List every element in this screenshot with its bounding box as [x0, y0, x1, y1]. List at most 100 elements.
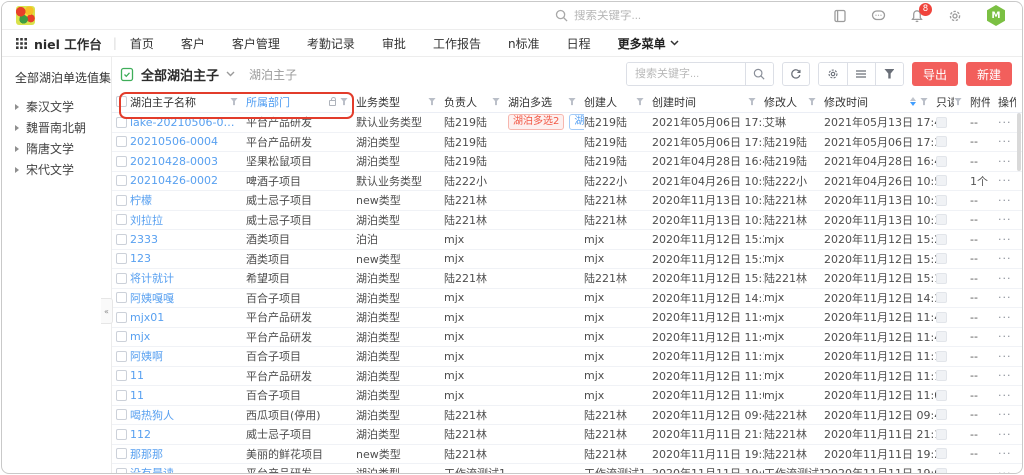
record-name-link[interactable]: 20210506-0004 [130, 135, 218, 148]
filter-funnel-icon[interactable] [568, 98, 576, 106]
nav-item[interactable]: 审批 [382, 35, 406, 52]
record-name-link[interactable]: mjx01 [130, 311, 164, 324]
record-name-link[interactable]: 112 [130, 428, 151, 441]
row-select-checkbox[interactable] [116, 117, 127, 128]
col-header-owner[interactable]: 负责人 [444, 91, 508, 112]
global-search-input[interactable] [574, 10, 684, 22]
filter-funnel-icon[interactable] [954, 98, 962, 106]
row-actions-button[interactable]: ··· [998, 174, 1012, 187]
export-button[interactable]: 导出 [912, 62, 958, 86]
col-header-type[interactable]: 业务类型 [356, 91, 444, 112]
row-actions-button[interactable]: ··· [998, 350, 1012, 363]
app-logo[interactable] [16, 6, 35, 25]
filter-funnel-icon[interactable] [636, 98, 644, 106]
row-select-checkbox[interactable] [116, 351, 127, 362]
vertical-scrollbar-thumb[interactable] [1017, 113, 1021, 171]
settings-gear-icon[interactable] [948, 9, 962, 23]
col-header-ops[interactable]: 操作 [998, 91, 1022, 112]
record-name-link[interactable]: 11 [130, 369, 144, 382]
col-header-attach[interactable]: 附件 [970, 91, 998, 112]
row-select-checkbox[interactable] [116, 156, 127, 167]
record-name-link[interactable]: 11 [130, 389, 144, 402]
row-actions-button[interactable]: ··· [998, 233, 1012, 246]
row-actions-button[interactable]: ··· [998, 116, 1012, 129]
expand-arrow-icon[interactable] [15, 167, 19, 173]
row-actions-button[interactable]: ··· [998, 447, 1012, 460]
sidebar-tree-item[interactable]: 魏晋南北朝 [15, 117, 111, 138]
col-header-created[interactable]: 创建时间 [652, 91, 764, 112]
row-select-checkbox[interactable] [116, 214, 127, 225]
row-actions-button[interactable]: ··· [998, 428, 1012, 441]
view-title-group[interactable]: 全部湖泊主子 [120, 65, 235, 84]
filter-funnel-icon[interactable] [808, 98, 816, 106]
filter-funnel-icon[interactable] [428, 98, 436, 106]
column-settings-gear-icon[interactable] [819, 63, 847, 85]
notifications-bell-icon[interactable]: 8 [910, 9, 924, 23]
col-header-tags[interactable]: 湖泊多选 [508, 91, 584, 112]
sidebar-tree-item[interactable]: 秦汉文学 [15, 96, 111, 117]
nav-item[interactable]: 考勤记录 [307, 35, 355, 52]
expand-arrow-icon[interactable] [15, 125, 19, 131]
row-actions-button[interactable]: ··· [998, 467, 1012, 474]
row-select-checkbox[interactable] [116, 429, 127, 440]
messages-icon[interactable] [871, 9, 886, 23]
table-search-input[interactable] [627, 63, 745, 85]
row-select-checkbox[interactable] [116, 448, 127, 459]
table-search-button[interactable] [745, 63, 773, 85]
record-name-link[interactable]: 柠檬 [130, 192, 152, 208]
expand-arrow-icon[interactable] [15, 146, 19, 152]
record-name-link[interactable]: lake-20210506-0005 [130, 116, 238, 129]
nav-item[interactable]: n标准 [508, 35, 540, 52]
row-actions-button[interactable]: ··· [998, 311, 1012, 324]
workspace-switcher[interactable]: niel 工作台 [16, 34, 102, 53]
row-actions-button[interactable]: ··· [998, 252, 1012, 265]
row-actions-button[interactable]: ··· [998, 213, 1012, 226]
row-actions-button[interactable]: ··· [998, 408, 1012, 421]
filter-funnel-icon[interactable] [748, 98, 756, 106]
record-name-link[interactable]: 那那那 [130, 446, 163, 462]
record-name-link[interactable]: mjx [130, 330, 150, 343]
record-name-link[interactable]: 阿姨啊 [130, 348, 163, 364]
col-header-modifier[interactable]: 修改人 [764, 91, 824, 112]
record-name-link[interactable]: 将计就计 [130, 270, 174, 286]
col-header-creator[interactable]: 创建人 [584, 91, 652, 112]
nav-item[interactable]: 客户管理 [232, 35, 280, 52]
col-header-readonly[interactable]: 只读 [936, 91, 970, 112]
row-actions-button[interactable]: ··· [998, 135, 1012, 148]
row-actions-button[interactable]: ··· [998, 291, 1012, 304]
nav-item[interactable]: 客户 [181, 35, 205, 52]
record-name-link[interactable]: 喝热狗人 [130, 407, 174, 423]
row-select-checkbox[interactable] [116, 292, 127, 303]
row-select-checkbox[interactable] [116, 390, 127, 401]
row-select-checkbox[interactable] [116, 370, 127, 381]
row-actions-button[interactable]: ··· [998, 369, 1012, 382]
user-avatar[interactable]: M [986, 5, 1006, 26]
nav-item[interactable]: 工作报告 [433, 35, 481, 52]
row-select-checkbox[interactable] [116, 253, 127, 264]
nav-item[interactable]: 日程 [567, 35, 591, 52]
row-density-icon[interactable] [847, 63, 875, 85]
row-select-checkbox[interactable] [116, 195, 127, 206]
row-actions-button[interactable]: ··· [998, 194, 1012, 207]
row-select-checkbox[interactable] [116, 234, 127, 245]
row-actions-button[interactable]: ··· [998, 272, 1012, 285]
record-name-link[interactable]: 没有晨读 [130, 465, 174, 474]
select-all-checkbox[interactable] [116, 96, 127, 107]
sidebar-tree-item[interactable]: 宋代文学 [15, 159, 111, 180]
row-actions-button[interactable]: ··· [998, 155, 1012, 168]
col-header-dept[interactable]: 所属部门 [246, 91, 356, 112]
filter-funnel-icon[interactable] [230, 98, 238, 106]
filter-funnel-icon[interactable] [875, 63, 903, 85]
record-name-link[interactable]: 2333 [130, 233, 158, 246]
row-select-checkbox[interactable] [116, 468, 127, 474]
nav-item[interactable]: 首页 [130, 35, 154, 52]
create-button[interactable]: 新建 [966, 62, 1012, 86]
col-header-name[interactable]: 湖泊主子名称 [130, 91, 246, 112]
record-name-link[interactable]: 阿姨嘎嘎 [130, 290, 174, 306]
filter-funnel-icon[interactable] [340, 98, 348, 106]
row-select-checkbox[interactable] [116, 136, 127, 147]
row-actions-button[interactable]: ··· [998, 330, 1012, 343]
sort-icon[interactable] [910, 97, 916, 106]
row-select-checkbox[interactable] [116, 409, 127, 420]
record-name-link[interactable]: 123 [130, 252, 151, 265]
